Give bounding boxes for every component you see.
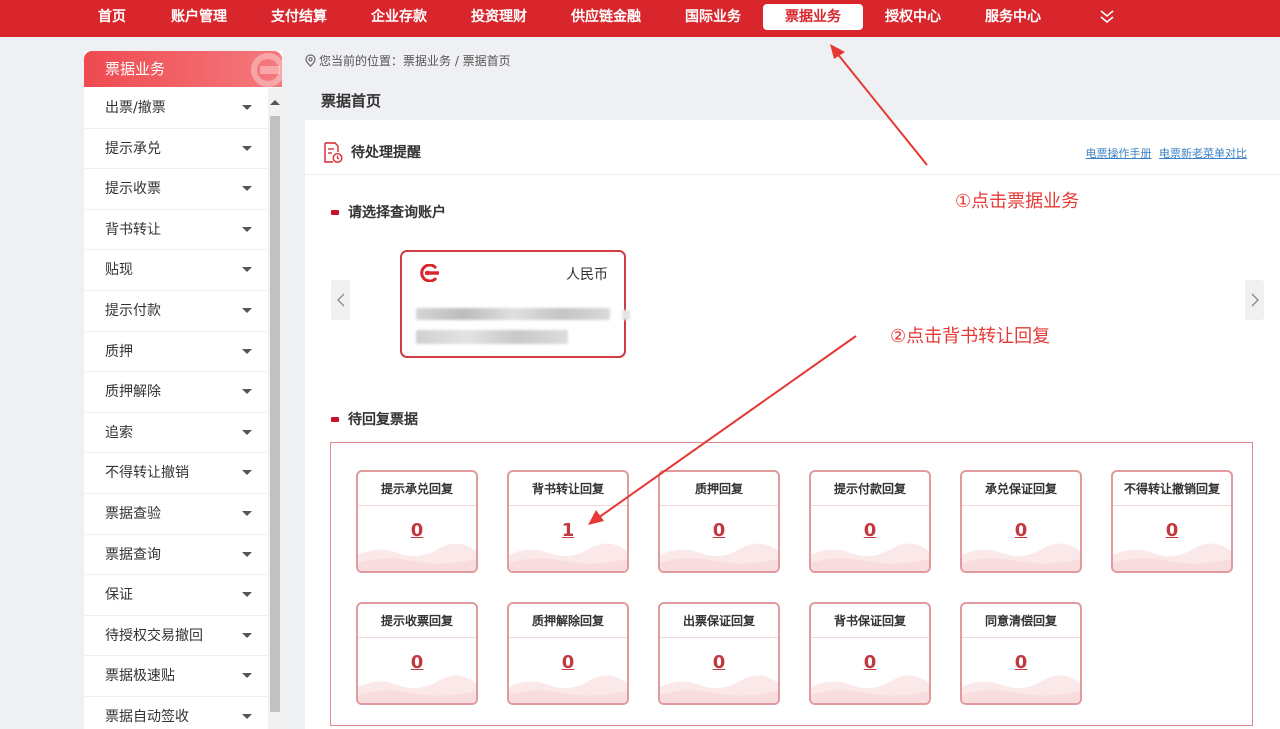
annotation-arrow-2: [597, 335, 857, 519]
annotation-arrowhead-2: [588, 510, 604, 525]
annotation-arrow-1: [835, 51, 928, 166]
annotation-arrowhead-1: [830, 44, 845, 59]
annotation-arrows: [588, 44, 928, 525]
